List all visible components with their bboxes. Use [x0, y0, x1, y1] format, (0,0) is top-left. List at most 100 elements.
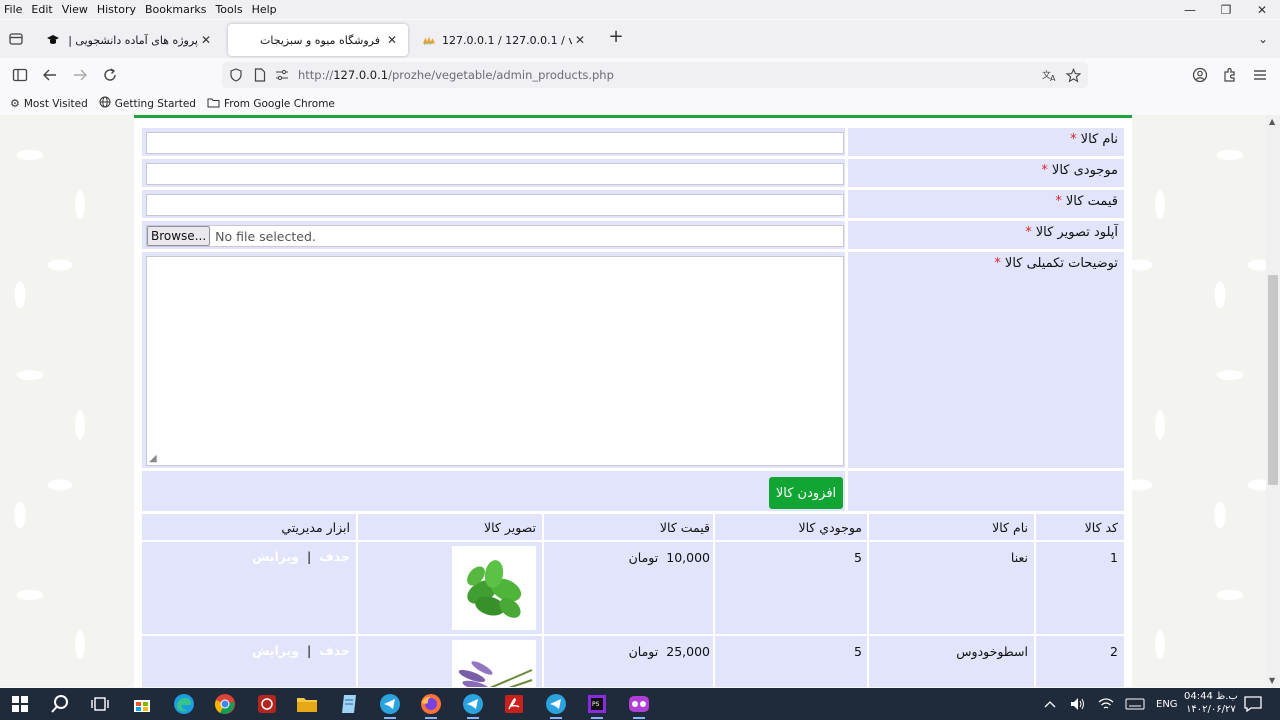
cell-name: اسطوخودوس	[956, 644, 1028, 659]
close-tab-icon[interactable]: ✕	[384, 33, 400, 47]
translate-icon[interactable]: 文A	[1042, 67, 1058, 83]
edge-icon[interactable]	[172, 692, 196, 716]
page-viewport: نام کالا* موجودی کالا* قیمت کالا* Browse…	[0, 115, 1266, 687]
taskbar: PS ENG 04:44 ب.ظ ۱۴۰۲/۰۶/۲۷	[0, 688, 1280, 720]
table-header: کد کالا نام کالا موجودي کالا قيمت کالا ت…	[142, 514, 1124, 540]
product-price-input[interactable]	[146, 194, 844, 216]
page-icon[interactable]	[252, 67, 268, 83]
keyboard-icon[interactable]	[1124, 692, 1146, 716]
scroll-up-icon[interactable]: ▲	[1269, 117, 1275, 126]
bookmarks-bar: ⚙ Most Visited Getting Started From Goog…	[0, 92, 1280, 115]
tab-fruit-store[interactable]: فروشگاه میوه و سبزیجات ✕	[228, 24, 408, 56]
tab-phpmyadmin[interactable]: pma 127.0.0.1 / 127.0.0.1 / vegetable ✕	[414, 24, 596, 56]
taskbar-clock[interactable]: 04:44 ب.ظ ۱۴۰۲/۰۶/۲۷	[1184, 690, 1238, 716]
product-description-textarea[interactable]: ◢	[146, 256, 844, 466]
delete-link[interactable]: حذف	[319, 549, 350, 564]
delete-link[interactable]: حذف	[319, 643, 350, 658]
account-icon[interactable]	[1190, 65, 1210, 85]
address-bar[interactable]: http://127.0.0.1/prozhe/vegetable/admin_…	[222, 62, 1088, 88]
bookmark-getting-started[interactable]: Getting Started	[99, 96, 196, 111]
bookmark-most-visited[interactable]: ⚙ Most Visited	[10, 97, 88, 110]
cell-stock: 5	[854, 550, 862, 565]
cell-name: نعنا	[1010, 550, 1028, 565]
product-image-file-input[interactable]: Browse... No file selected.	[146, 225, 844, 247]
new-tab-button[interactable]: +	[607, 28, 625, 46]
sidebar-icon[interactable]	[10, 65, 30, 85]
close-tab-icon[interactable]: ✕	[198, 33, 214, 47]
scrollbar-thumb[interactable]	[1268, 275, 1278, 485]
telegram-icon[interactable]	[544, 692, 568, 719]
form-row-image: Browse... No file selected. آپلود تصویر …	[142, 221, 1124, 249]
cell-code: 2	[1110, 644, 1118, 659]
extensions-icon[interactable]	[1220, 65, 1240, 85]
wifi-icon[interactable]	[1096, 692, 1116, 716]
table-row: 2 اسطوخودوس 5 25,000 تومان حذف | ويرايش	[142, 636, 1124, 687]
file-explorer-icon[interactable]	[295, 692, 319, 716]
tab-strip: پروژه های آماده دانشجویی | دانلـ ✕ فروشگ…	[0, 20, 1280, 58]
svg-text:A: A	[1050, 74, 1056, 82]
shield-icon[interactable]	[228, 67, 244, 83]
nav-bar: http://127.0.0.1/prozhe/vegetable/admin_…	[0, 59, 1280, 91]
close-window-button[interactable]: ✕	[1244, 0, 1280, 20]
acrobat-icon[interactable]	[502, 692, 526, 716]
menu-help[interactable]: Help	[252, 3, 277, 16]
menu-edit[interactable]: Edit	[31, 3, 52, 16]
windows-start-icon[interactable]	[8, 692, 32, 716]
browse-button[interactable]: Browse...	[147, 226, 211, 246]
product-stock-input[interactable]	[146, 163, 844, 185]
tab-student-projects[interactable]: پروژه های آماده دانشجویی | دانلـ ✕	[38, 24, 222, 56]
volume-icon[interactable]	[1068, 692, 1088, 716]
tab-list-icon[interactable]	[8, 31, 24, 47]
mortarboard-icon	[46, 33, 60, 47]
forward-icon[interactable]	[70, 65, 90, 85]
edit-link[interactable]: ويرايش	[252, 549, 299, 564]
input-language[interactable]: ENG	[1156, 688, 1178, 720]
mint-product-image	[452, 546, 536, 630]
menu-bookmarks[interactable]: Bookmarks	[145, 3, 206, 16]
telegram-icon[interactable]	[378, 692, 402, 719]
store-icon[interactable]	[130, 692, 154, 716]
tray-chevron-icon[interactable]	[1040, 692, 1060, 716]
menu-bar: File Edit View History Bookmarks Tools H…	[0, 0, 1280, 19]
permissions-icon[interactable]	[274, 67, 290, 83]
reload-icon[interactable]	[100, 65, 120, 85]
firefox-icon[interactable]	[419, 692, 443, 719]
form-row-description: ◢ توضیحات تکمیلی کالا*	[142, 252, 1124, 468]
task-view-icon[interactable]	[88, 692, 112, 716]
resize-grip-icon[interactable]: ◢	[149, 453, 157, 464]
restore-button[interactable]: ❐	[1208, 0, 1244, 20]
lavender-product-image	[452, 640, 536, 687]
vpn-mask-icon[interactable]	[627, 692, 651, 719]
header-code: کد کالا	[1084, 520, 1118, 535]
menu-tools[interactable]: Tools	[215, 3, 242, 16]
notifications-icon[interactable]	[1242, 692, 1264, 716]
notepad-icon[interactable]	[337, 692, 361, 716]
close-tab-icon[interactable]: ✕	[572, 33, 588, 47]
list-all-tabs-icon[interactable]: ⌄	[1258, 32, 1268, 46]
app-red-icon[interactable]	[255, 692, 279, 716]
page-content: نام کالا* موجودی کالا* قیمت کالا* Browse…	[134, 115, 1132, 687]
phpstorm-icon[interactable]: PS	[585, 692, 609, 719]
scroll-down-icon[interactable]: ▼	[1269, 676, 1275, 685]
edit-link[interactable]: ويرايش	[252, 643, 299, 658]
chrome-icon[interactable]	[213, 692, 237, 716]
search-icon[interactable]	[48, 692, 72, 716]
bookmark-star-icon[interactable]	[1065, 67, 1081, 83]
svg-text:pma: pma	[424, 41, 432, 45]
menu-view[interactable]: View	[62, 3, 88, 16]
page-scrollbar[interactable]: ▲ ▼	[1266, 115, 1280, 687]
minimize-button[interactable]: —	[1172, 0, 1208, 20]
telegram-icon[interactable]	[461, 692, 485, 719]
bookmark-from-google-chrome[interactable]: From Google Chrome	[207, 97, 335, 111]
tab-title: 127.0.0.1 / 127.0.0.1 / vegetable	[442, 33, 572, 47]
menu-history[interactable]: History	[97, 3, 136, 16]
menu-file[interactable]: File	[4, 3, 22, 16]
header-price: قيمت کالا	[659, 520, 710, 535]
app-menu-icon[interactable]	[1250, 65, 1270, 85]
add-product-button[interactable]: افزودن کالا	[769, 477, 843, 509]
field-label: قیمت کالا*	[1055, 194, 1118, 209]
form-row-name: نام کالا*	[142, 128, 1124, 156]
back-icon[interactable]	[40, 65, 60, 85]
required-marker: *	[1041, 163, 1048, 178]
product-name-input[interactable]	[146, 132, 844, 154]
